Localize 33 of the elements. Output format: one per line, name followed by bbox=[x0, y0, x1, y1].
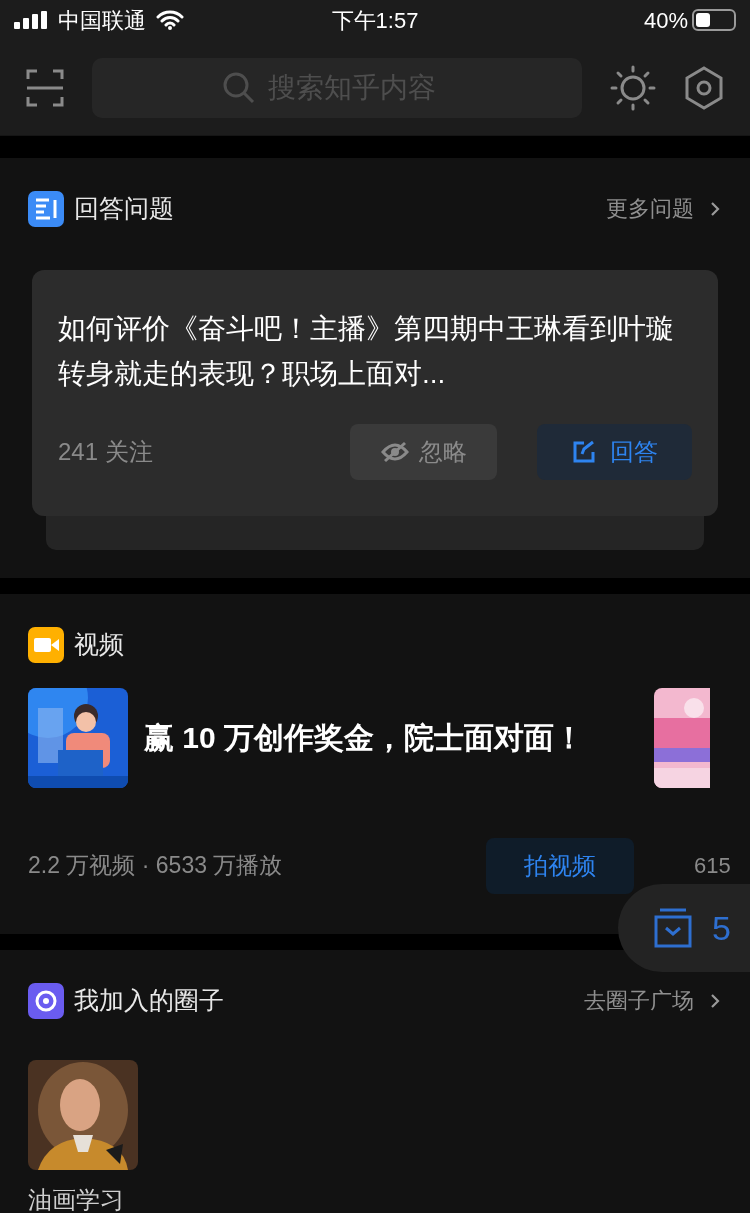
ignore-button[interactable]: 忽略 bbox=[350, 423, 497, 480]
eye-off-icon bbox=[380, 440, 409, 463]
video-stats: 2.2 万视频 · 6533 万播放 bbox=[28, 851, 284, 881]
signal-icon bbox=[14, 11, 48, 29]
drafts-floating-button[interactable]: 5 bbox=[618, 884, 750, 972]
inbox-icon bbox=[654, 908, 692, 948]
settings-icon[interactable] bbox=[684, 65, 724, 110]
video-stats: 615 bbox=[694, 852, 731, 880]
pencil-icon bbox=[571, 439, 596, 464]
circle-group-icon bbox=[28, 982, 64, 1019]
scan-icon[interactable] bbox=[26, 68, 64, 107]
more-questions-link[interactable]: 更多问题 bbox=[606, 192, 694, 226]
draft-count: 5 bbox=[712, 907, 731, 949]
wifi-icon bbox=[156, 10, 184, 30]
battery-icon bbox=[692, 9, 736, 31]
follow-count: 241 关注 bbox=[58, 436, 154, 467]
shoot-video-button[interactable]: 拍视频 bbox=[486, 837, 634, 894]
video-camera-icon bbox=[28, 626, 64, 663]
status-time: 下午1:57 bbox=[330, 6, 420, 35]
question-card[interactable]: 如何评价《奋斗吧！主播》第四期中王琳看到叶璇转身就走的表现？职场上面对... 241 关注 忽略 回答 bbox=[32, 269, 718, 516]
question-title: 如何评价《奋斗吧！主播》第四期中王琳看到叶璇转身就走的表现？职场上面对... bbox=[58, 311, 675, 391]
video-topic-title[interactable]: 赢 10 万创作奖金，院士面对面！ bbox=[144, 715, 654, 760]
section-title: 我加入的圈子 bbox=[74, 985, 225, 1016]
section-title: 视频 bbox=[74, 629, 124, 660]
answer-button[interactable]: 回答 bbox=[537, 423, 692, 480]
sun-icon[interactable] bbox=[610, 64, 656, 111]
search-icon bbox=[222, 70, 256, 105]
section-title: 回答问题 bbox=[74, 193, 175, 224]
edit-document-icon bbox=[28, 190, 64, 227]
circle-name[interactable]: 油画学习 bbox=[28, 1181, 138, 1213]
circle-square-link[interactable]: 去圈子广场 bbox=[584, 984, 694, 1018]
carrier-name: 中国联通 bbox=[58, 6, 146, 35]
battery-percentage: 40% bbox=[643, 6, 688, 35]
